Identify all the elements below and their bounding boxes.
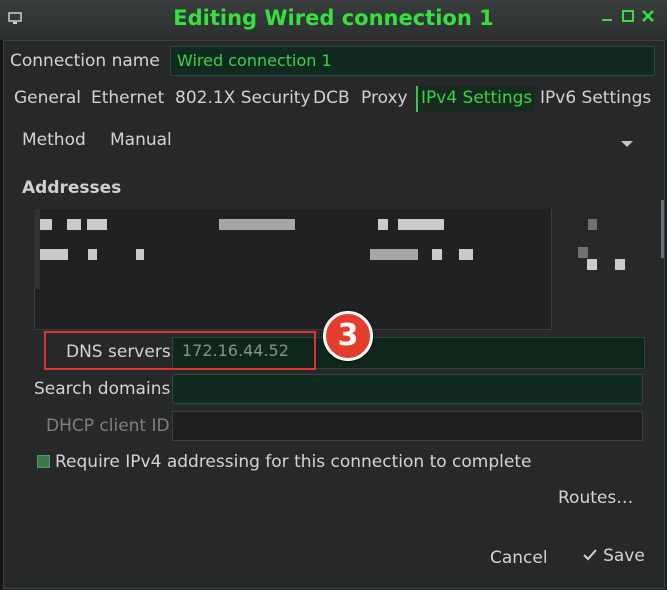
redacted-cell (587, 259, 597, 270)
tab-ethernet[interactable]: Ethernet (88, 86, 167, 112)
require-ipv4-checkbox[interactable] (37, 455, 50, 468)
tab-proxy[interactable]: Proxy (358, 86, 411, 112)
redacted-cell (40, 219, 52, 230)
redacted-cell (67, 219, 81, 230)
save-label: Save (603, 546, 645, 566)
routes-button[interactable]: Routes… (558, 488, 633, 508)
redacted-cell (378, 219, 388, 230)
method-value: Manual (110, 130, 172, 150)
redacted-cell (219, 219, 295, 230)
tab-dcb[interactable]: DCB (310, 86, 353, 112)
redacted-cell (588, 219, 597, 230)
redacted-cell (615, 259, 625, 270)
require-ipv4-label: Require IPv4 addressing for this connect… (55, 452, 532, 472)
redacted-cell (432, 249, 442, 260)
close-icon[interactable] (641, 9, 655, 23)
redacted-cell (370, 249, 418, 260)
window-title: Editing Wired connection 1 (173, 6, 494, 30)
search-domains-label: Search domains (34, 379, 171, 399)
method-label: Method (22, 130, 86, 150)
tab-ipv4-settings[interactable]: IPv4 Settings (416, 86, 536, 112)
redacted-cell (578, 247, 588, 258)
redacted-cell (459, 249, 473, 260)
checkmark-icon (582, 547, 598, 566)
addresses-heading: Addresses (22, 178, 122, 198)
dhcp-client-id-input[interactable] (172, 411, 643, 441)
search-domains-input[interactable] (172, 374, 643, 404)
dhcp-client-id-label: DHCP client ID (46, 416, 170, 436)
maximize-icon[interactable] (621, 9, 635, 23)
redacted-cell (40, 249, 68, 260)
scrollbar[interactable] (661, 200, 664, 258)
method-dropdown[interactable]: Manual (108, 122, 648, 156)
highlight-box (44, 331, 316, 370)
connection-name-label: Connection name (10, 51, 160, 71)
cancel-button[interactable]: Cancel (490, 548, 548, 568)
redacted-cell (88, 249, 97, 260)
redacted-cell (87, 219, 107, 230)
minimize-icon[interactable] (600, 9, 614, 23)
tab-general[interactable]: General (11, 86, 84, 112)
chevron-down-icon (620, 134, 634, 153)
step-badge: 3 (323, 311, 373, 361)
redacted-cell (136, 249, 144, 260)
save-button[interactable]: Save (582, 546, 645, 570)
tab-ipv6-settings[interactable]: IPv6 Settings (537, 86, 654, 112)
connection-name-value: Wired connection 1 (177, 51, 332, 70)
tab-8021x-security[interactable]: 802.1X Security (172, 86, 314, 112)
redacted-cell (398, 219, 444, 230)
connection-name-input[interactable]: Wired connection 1 (170, 46, 655, 76)
